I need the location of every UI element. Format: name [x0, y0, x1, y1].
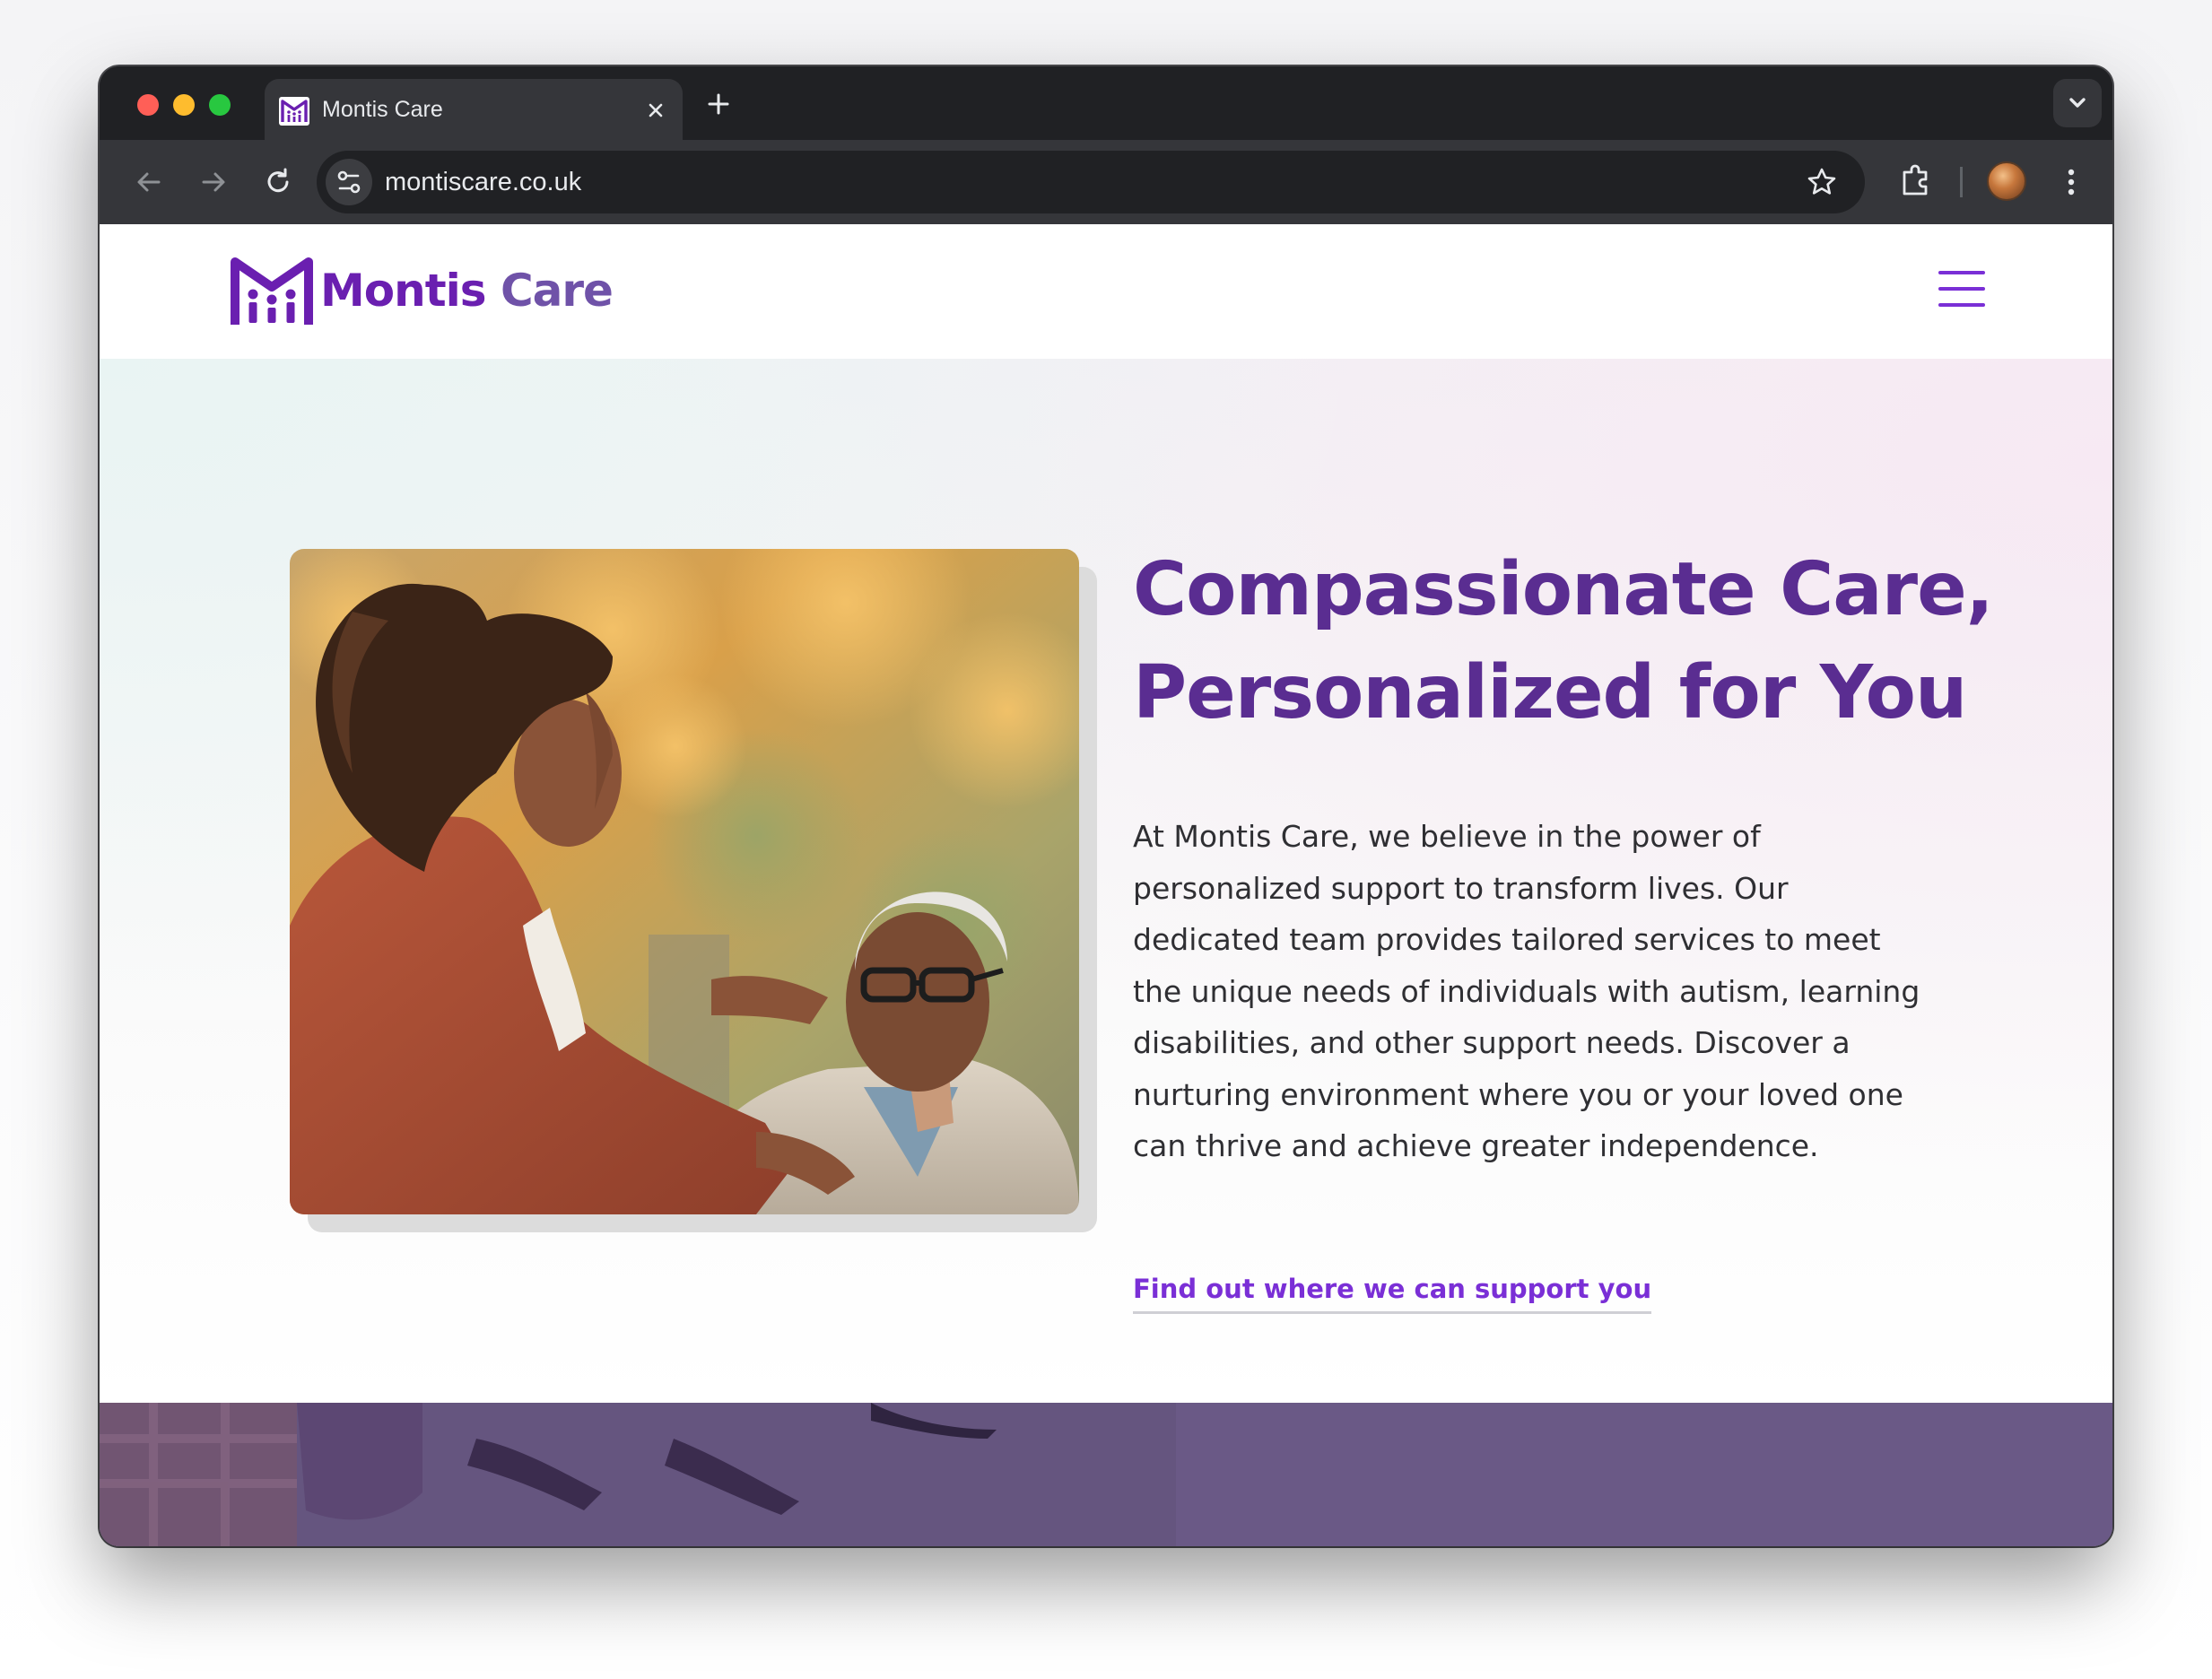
hero-section: Compassionate Care, Personalized for You…	[100, 359, 2112, 1403]
site-info-button[interactable]	[326, 159, 372, 205]
browser-tab[interactable]: Montis Care	[265, 79, 683, 140]
kebab-icon[interactable]	[2053, 163, 2089, 201]
banner-photo-illustration	[100, 1403, 2112, 1546]
next-section-banner-image	[100, 1403, 2112, 1546]
logo-word-montis: Montis	[320, 265, 487, 317]
hamburger-icon[interactable]	[1938, 269, 1985, 309]
arrow-right-icon[interactable]	[195, 163, 232, 201]
address-bar[interactable]: montiscare.co.uk	[317, 151, 1865, 213]
puzzle-icon[interactable]	[1894, 160, 1937, 203]
logo-word-care: Care	[500, 265, 614, 317]
hero-title-line-1: Compassionate Care,	[1133, 547, 1994, 632]
tab-search-button[interactable]	[2053, 79, 2102, 127]
web-page: Montis Care Compassionate Care, Personal…	[100, 224, 2112, 1546]
plus-icon[interactable]	[702, 88, 735, 120]
montis-logo-icon	[279, 97, 309, 126]
browser-toolbar: montiscare.co.uk	[100, 140, 2112, 224]
profile-avatar[interactable]	[1987, 161, 2026, 201]
close-icon[interactable]	[641, 96, 670, 125]
maximize-window-button[interactable]	[209, 94, 231, 116]
arrow-left-icon[interactable]	[130, 163, 168, 201]
chevron-down-icon	[2069, 98, 2086, 108]
reload-icon[interactable]	[259, 163, 297, 201]
tab-title: Montis Care	[322, 97, 443, 122]
logo-wordmark[interactable]: Montis Care	[320, 265, 614, 317]
url-text[interactable]: montiscare.co.uk	[385, 168, 581, 197]
close-window-button[interactable]	[137, 94, 159, 116]
hero-photo-illustration	[290, 549, 1079, 1214]
hero-photo-caregiver-and-elderly-man	[290, 549, 1079, 1214]
hero-title-line-2: Personalized for You	[1133, 650, 1967, 735]
montis-logo-icon[interactable]	[230, 255, 314, 325]
toolbar-divider	[1960, 167, 1963, 197]
hero-description: At Montis Care, we believe in the power …	[1133, 819, 1920, 1163]
support-locations-link[interactable]: Find out where we can support you	[1133, 1274, 1652, 1314]
desktop-background: Montis Care montiscare.co.uk Montis Care…	[0, 0, 2212, 1679]
minimize-window-button[interactable]	[173, 94, 195, 116]
site-header: Montis Care	[100, 224, 2112, 359]
browser-window: Montis Care montiscare.co.uk Montis Care…	[100, 66, 2112, 1546]
star-icon[interactable]	[1804, 164, 1840, 200]
hero-title: Compassionate Care, Personalized for You	[1133, 538, 2012, 744]
tune-icon	[337, 170, 361, 194]
tab-strip: Montis Care	[100, 66, 2112, 140]
